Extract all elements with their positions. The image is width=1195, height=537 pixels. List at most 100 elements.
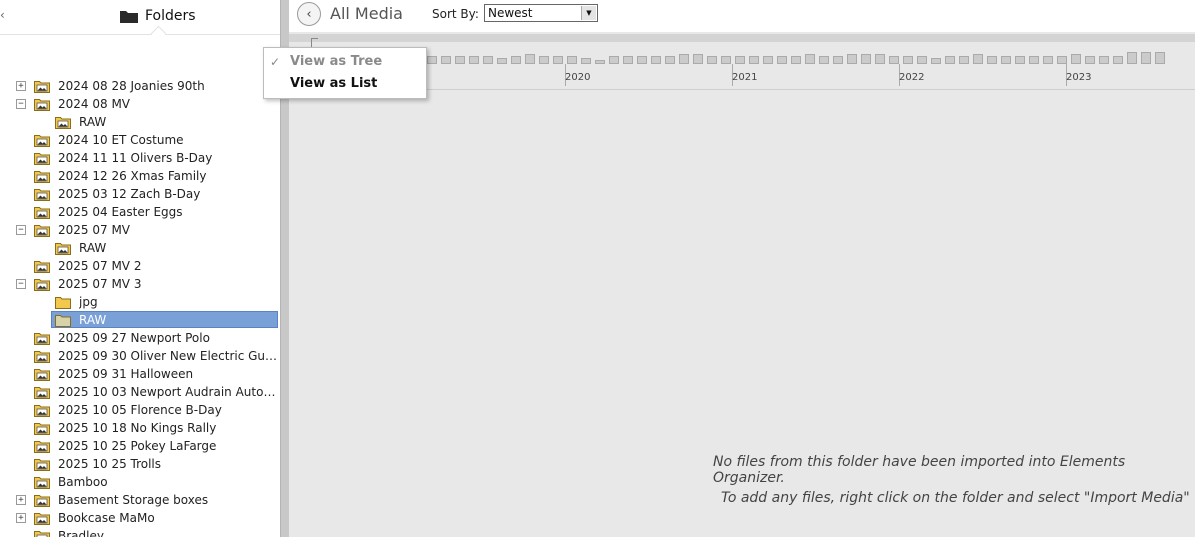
folder-tree-row[interactable]: Bamboo (0, 473, 280, 491)
timeline-bar[interactable] (889, 56, 899, 64)
folder-tree-row[interactable]: +2024 08 28 Joanies 90th (0, 77, 280, 95)
timeline-bar[interactable] (497, 58, 507, 64)
back-button[interactable]: ‹ (297, 2, 321, 26)
menu-item-view-as-tree[interactable]: ✓ View as Tree (264, 52, 426, 72)
folder-tree-row[interactable]: 2025 10 25 Pokey LaFarge (0, 437, 280, 455)
timeline-bar[interactable] (707, 56, 717, 64)
folder-tree-row[interactable]: − 2025 07 MV 3 (0, 275, 280, 293)
folder-tree-row[interactable]: 2025 09 27 Newport Polo (0, 329, 280, 347)
timeline-bar[interactable] (637, 56, 647, 64)
timeline-bar[interactable] (945, 56, 955, 64)
collapse-icon[interactable]: − (16, 279, 26, 289)
folder-tree-row[interactable]: 2025 03 12 Zach B-Day (0, 185, 280, 203)
timeline-bar[interactable] (1071, 54, 1081, 64)
collapse-icon[interactable]: − (16, 225, 26, 235)
timeline-bar[interactable] (875, 54, 885, 64)
timeline-bar[interactable] (1001, 56, 1011, 64)
timeline-bar[interactable] (763, 56, 773, 64)
timeline-bar[interactable] (1127, 52, 1137, 64)
timeline-bar[interactable] (693, 54, 703, 64)
folder-tree-row[interactable]: 2024 12 26 Xmas Family (0, 167, 280, 185)
timeline-bar[interactable] (973, 54, 983, 64)
timeline-bar[interactable] (805, 54, 815, 64)
photo-folder-icon (34, 189, 50, 201)
folder-tree-row[interactable]: 2025 10 25 Trolls (0, 455, 280, 473)
timeline-bar[interactable] (1085, 56, 1095, 64)
photo-folder-icon (34, 171, 50, 183)
timeline-bar[interactable] (1043, 56, 1053, 64)
timeline-bar[interactable] (1141, 52, 1151, 64)
timeline-bar[interactable] (553, 56, 563, 64)
timeline-bar[interactable] (861, 54, 871, 64)
expand-icon[interactable]: + (16, 513, 26, 523)
timeline-bar[interactable] (987, 56, 997, 64)
folder-tree-row[interactable]: + Bookcase MaMo (0, 509, 280, 527)
timeline-bar[interactable] (581, 58, 591, 64)
timeline-bar[interactable] (651, 56, 661, 64)
folder-tree-row[interactable]: 2024 10 ET Costume (0, 131, 280, 149)
folder-tree-row[interactable]: 2025 10 03 Newport Audrain Auto S... (0, 383, 280, 401)
folder-label: jpg (79, 295, 98, 309)
timeline-bar[interactable] (567, 56, 577, 64)
folder-tree-row[interactable]: 2025 10 05 Florence B-Day (0, 401, 280, 419)
timeline-bar[interactable] (833, 56, 843, 64)
timeline-bar[interactable] (721, 56, 731, 64)
timeline-bar[interactable] (525, 54, 535, 64)
timeline-bar[interactable] (511, 56, 521, 64)
collapse-panel-icon[interactable]: ‹ (0, 8, 5, 22)
folder-tree-row[interactable]: 2025 09 30 Oliver New Electric Guitar (0, 347, 280, 365)
folder-tree-row[interactable]: jpg (0, 293, 280, 311)
timeline-bar[interactable] (1099, 56, 1109, 64)
sort-by-select[interactable]: Newest ▼ (484, 4, 598, 22)
timeline-bar[interactable] (539, 56, 549, 64)
collapse-icon[interactable]: − (16, 99, 26, 109)
expand-icon[interactable]: + (16, 495, 26, 505)
photo-folder-icon (34, 459, 50, 471)
timeline-bar[interactable] (1015, 56, 1025, 64)
folder-tree-row[interactable]: RAW (0, 239, 280, 257)
timeline-bar[interactable] (847, 54, 857, 64)
timeline-bar[interactable] (791, 56, 801, 64)
photo-folder-icon (34, 279, 50, 291)
folder-label: Basement Storage boxes (58, 493, 209, 507)
folder-tree-row[interactable]: 2025 09 31 Halloween (0, 365, 280, 383)
folder-tree-row[interactable]: Bradley (0, 527, 280, 537)
menu-item-view-as-list[interactable]: View as List (264, 74, 426, 94)
expand-icon[interactable]: + (16, 81, 26, 91)
folder-tree-row[interactable]: 2025 04 Easter Eggs (0, 203, 280, 221)
timeline-bar[interactable] (469, 56, 479, 64)
timeline-bar[interactable] (623, 56, 633, 64)
menu-item-label: View as Tree (290, 54, 383, 69)
timeline-bar[interactable] (595, 60, 605, 64)
folder-tree-row[interactable]: 2025 07 MV 2 (0, 257, 280, 275)
timeline-bar[interactable] (917, 56, 927, 64)
timeline-bar[interactable] (903, 56, 913, 64)
folder-label: 2025 10 03 Newport Audrain Auto S... (58, 385, 278, 399)
timeline-bar[interactable] (665, 56, 675, 64)
folder-tree-row[interactable]: RAW (0, 113, 280, 131)
folder-tree-row[interactable]: 2025 10 18 No Kings Rally (0, 419, 280, 437)
timeline-bar[interactable] (455, 56, 465, 64)
timeline-bar[interactable] (749, 56, 759, 64)
timeline-bar[interactable] (441, 56, 451, 64)
folder-label: 2024 08 28 Joanies 90th (58, 79, 205, 93)
folder-tree-row[interactable]: + Basement Storage boxes (0, 491, 280, 509)
timeline-bar[interactable] (609, 56, 619, 64)
timeline-bar[interactable] (679, 54, 689, 64)
photo-folder-icon (34, 207, 50, 219)
folder-tree-row[interactable]: − 2025 07 MV (0, 221, 280, 239)
timeline-bar[interactable] (959, 56, 969, 64)
timeline-bar[interactable] (735, 56, 745, 64)
timeline-bar[interactable] (1155, 52, 1165, 64)
timeline-bar[interactable] (1113, 56, 1123, 64)
timeline-bar[interactable] (1057, 56, 1067, 64)
folder-tree-row[interactable]: 2024 11 11 Olivers B-Day (0, 149, 280, 167)
timeline-bar[interactable] (819, 56, 829, 64)
timeline-bar[interactable] (931, 58, 941, 64)
timeline-bar[interactable] (777, 56, 787, 64)
folder-tree-row[interactable]: − 2024 08 MV (0, 95, 280, 113)
timeline-bar[interactable] (427, 56, 437, 64)
folder-tree-row[interactable]: RAW (0, 311, 280, 329)
timeline-bar[interactable] (1029, 56, 1039, 64)
timeline-bar[interactable] (483, 56, 493, 64)
